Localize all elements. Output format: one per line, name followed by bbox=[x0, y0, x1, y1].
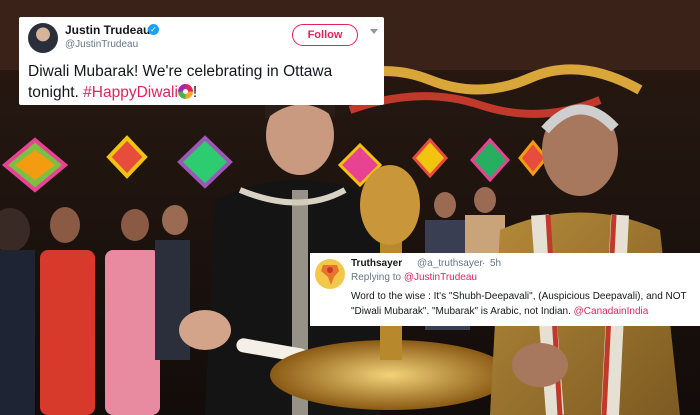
replying-prefix: Replying to bbox=[351, 272, 404, 283]
hashtag-link[interactable]: #HappyDiwali bbox=[83, 84, 178, 101]
display-name[interactable]: Truthsayer bbox=[351, 258, 402, 269]
timestamp[interactable]: 5h bbox=[490, 258, 501, 269]
tweet-text: Diwali Mubarak! We're celebrating in Ott… bbox=[28, 61, 378, 103]
user-handle[interactable]: @a_truthsayer bbox=[417, 258, 483, 269]
avatar-map-icon[interactable] bbox=[315, 259, 345, 289]
tweet-card-reply: Truthsayer @a_truthsayer · 5h Replying t… bbox=[310, 253, 700, 326]
separator-dot: · bbox=[482, 258, 486, 269]
tweet-text: Word to the wise : It's "Shubh-Deepavali… bbox=[351, 289, 697, 319]
user-handle[interactable]: @JustinTrudeau bbox=[65, 39, 138, 50]
mention-link[interactable]: @CanadainIndia bbox=[574, 306, 649, 317]
avatar[interactable] bbox=[28, 23, 58, 53]
replying-to-line: Replying to @JustinTrudeau bbox=[351, 272, 477, 283]
rangoli-emoji-icon bbox=[177, 84, 193, 99]
reply-mention-link[interactable]: @JustinTrudeau bbox=[404, 272, 477, 283]
caret-down-icon[interactable] bbox=[370, 29, 378, 34]
display-name[interactable]: Justin Trudeau bbox=[65, 23, 150, 37]
follow-button[interactable]: Follow bbox=[292, 24, 358, 46]
tweet-text-end: ! bbox=[192, 84, 198, 101]
verified-badge-icon: ✓ bbox=[148, 24, 159, 35]
tweet-card-original: Justin Trudeau ✓ @JustinTrudeau Follow D… bbox=[19, 17, 384, 105]
